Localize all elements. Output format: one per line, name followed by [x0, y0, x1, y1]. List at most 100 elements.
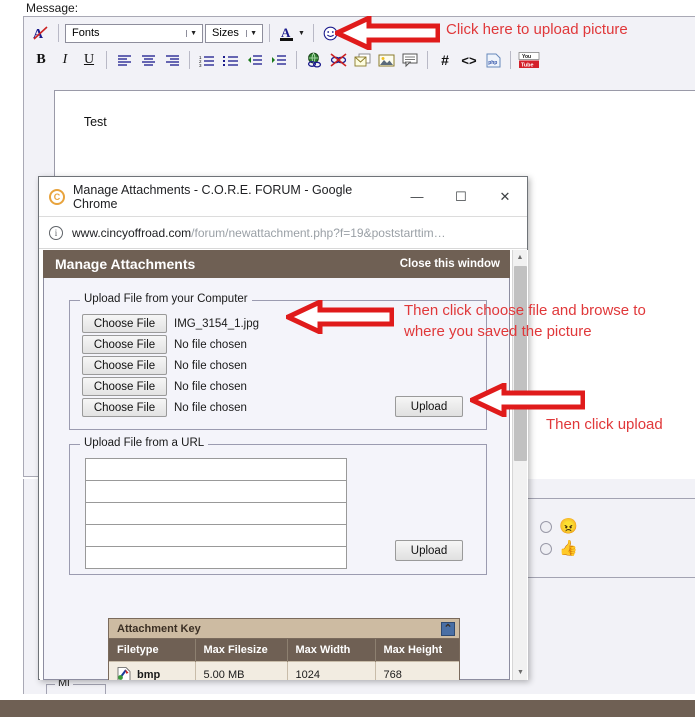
url-input-4[interactable] — [85, 524, 347, 547]
toolbar-separator — [312, 24, 314, 42]
insert-html-button[interactable]: <> — [458, 49, 480, 71]
rating-panel: 😠 👍 — [526, 498, 695, 578]
choose-file-button-1[interactable]: Choose File — [82, 314, 167, 333]
svg-text:php: php — [488, 60, 497, 66]
file-row: Choose File No file chosen — [82, 334, 259, 355]
align-left-button[interactable] — [113, 49, 135, 71]
url-input-2[interactable] — [85, 480, 347, 503]
svg-text:A: A — [281, 25, 291, 40]
file-name-5: No file chosen — [174, 401, 247, 414]
file-row: Choose File No file chosen — [82, 397, 259, 418]
upload-from-url-legend: Upload File from a URL — [80, 437, 209, 449]
outdent-button[interactable] — [244, 49, 266, 71]
col-max-filesize: Max Filesize — [195, 639, 288, 662]
close-button[interactable]: ✕ — [483, 178, 527, 216]
close-window-link[interactable]: Close this window — [400, 258, 500, 270]
maximize-button[interactable]: ☐ — [439, 178, 483, 216]
scroll-down-arrow-icon[interactable]: ▼ — [513, 665, 528, 680]
col-max-height: Max Height — [375, 639, 459, 662]
toolbar-separator — [58, 24, 59, 42]
toolbar-row-2: B I U 1 2 3 # <> php You Tube — [30, 48, 689, 72]
align-right-button[interactable] — [161, 49, 183, 71]
annotation-text-2: Then click choose file and browse to whe… — [404, 302, 646, 340]
url-input-5[interactable] — [85, 546, 347, 569]
toolbar-separator — [269, 24, 270, 42]
annotation-arrow-2 — [286, 300, 394, 334]
unordered-list-button[interactable] — [220, 49, 242, 71]
insert-link-button[interactable] — [303, 49, 325, 71]
annotation-text-1: Click here to upload picture — [446, 21, 628, 38]
font-color-icon[interactable]: A — [276, 22, 298, 44]
file-row: Choose File IMG_3154_1.jpg — [82, 313, 259, 334]
toolbar-separator — [427, 51, 428, 69]
annotation-arrow-1 — [335, 16, 440, 50]
collapse-icon[interactable]: ⌃ — [441, 621, 455, 636]
rating-option-angry[interactable]: 😠 — [540, 519, 578, 534]
radio-angry[interactable] — [540, 520, 552, 533]
cell-max-filesize: 5.00 MB — [195, 661, 288, 680]
align-center-button[interactable] — [137, 49, 159, 71]
insert-quote-button[interactable] — [399, 49, 421, 71]
table-row: bmp 5.00 MB 1024 768 — [109, 661, 459, 680]
annotation-arrow-3 — [470, 383, 585, 417]
attachment-key-header: Attachment Key ⌃ — [109, 619, 459, 639]
upload-button-url[interactable]: Upload — [395, 540, 463, 561]
rating-option-thumbsup[interactable]: 👍 — [540, 541, 578, 556]
file-name-2: No file chosen — [174, 338, 247, 351]
chrome-titlebar[interactable]: C Manage Attachments - C.O.R.E. FORUM - … — [39, 177, 527, 217]
chevron-down-icon[interactable]: ▼ — [298, 30, 305, 37]
choose-file-button-5[interactable]: Choose File — [82, 398, 167, 417]
insert-email-button[interactable] — [351, 49, 373, 71]
choose-file-button-2[interactable]: Choose File — [82, 335, 167, 354]
cell-max-width: 1024 — [287, 661, 376, 680]
toolbar-separator — [296, 51, 297, 69]
italic-button[interactable]: I — [54, 49, 76, 71]
chrome-omnibox[interactable]: i www.cincyoffroad.com/forum/newattachme… — [39, 217, 527, 249]
file-row: Choose File No file chosen — [82, 376, 259, 397]
site-favicon-icon: C — [49, 188, 65, 205]
chevron-down-icon: ▼ — [246, 29, 260, 37]
svg-text:3: 3 — [199, 63, 202, 67]
file-row: Choose File No file chosen — [82, 355, 259, 376]
cell-filetype: bmp — [109, 661, 196, 680]
indent-button[interactable] — [268, 49, 290, 71]
insert-youtube-button[interactable]: You Tube — [517, 49, 541, 71]
url-domain: www.cincyoffroad.com — [72, 225, 192, 240]
address-bar-text: www.cincyoffroad.com/forum/newattachment… — [72, 226, 446, 240]
insert-code-button[interactable]: # — [434, 49, 456, 71]
toolbar-separator — [106, 51, 107, 69]
remove-formatting-icon[interactable]: A — [30, 22, 52, 44]
chrome-popup-window: C Manage Attachments - C.O.R.E. FORUM - … — [38, 176, 528, 680]
upload-from-url-fieldset: Upload File from a URL Upload — [69, 437, 487, 575]
font-size-select[interactable]: Sizes ▼ — [205, 23, 263, 43]
scroll-up-arrow-icon[interactable]: ▲ — [513, 250, 527, 265]
url-input-3[interactable] — [85, 502, 347, 525]
url-path: /forum/newattachment.php?f=19&poststartt… — [191, 225, 446, 240]
choose-file-button-3[interactable]: Choose File — [82, 356, 167, 375]
ordered-list-button[interactable]: 1 2 3 — [196, 49, 218, 71]
url-input-1[interactable] — [85, 458, 347, 481]
file-name-4: No file chosen — [174, 380, 247, 393]
attachment-key-panel: Attachment Key ⌃ Filetype Max Filesize M… — [108, 618, 460, 680]
bold-button[interactable]: B — [30, 49, 52, 71]
site-info-icon[interactable]: i — [49, 225, 63, 240]
insert-image-button[interactable] — [375, 49, 397, 71]
remove-link-button[interactable] — [327, 49, 349, 71]
underline-button[interactable]: U — [78, 49, 100, 71]
angry-smiley-icon: 😠 — [559, 518, 578, 535]
chrome-window-title: Manage Attachments - C.O.R.E. FORUM - Go… — [73, 182, 353, 211]
thumbsup-smiley-icon: 👍 — [559, 540, 578, 557]
scrollbar-thumb[interactable] — [514, 266, 527, 461]
radio-thumbsup[interactable] — [540, 542, 552, 555]
insert-php-button[interactable]: php — [482, 49, 504, 71]
svg-text:Tube: Tube — [521, 62, 533, 68]
minimize-button[interactable]: — — [395, 178, 439, 216]
font-family-select[interactable]: Fonts ▼ — [65, 23, 203, 43]
font-family-value: Fonts — [72, 27, 100, 39]
cell-max-height: 768 — [375, 661, 459, 680]
table-header-row: Filetype Max Filesize Max Width Max Heig… — [109, 639, 459, 662]
upload-button-computer[interactable]: Upload — [395, 396, 463, 417]
choose-file-button-4[interactable]: Choose File — [82, 377, 167, 396]
forum-footer-bar — [0, 700, 695, 717]
